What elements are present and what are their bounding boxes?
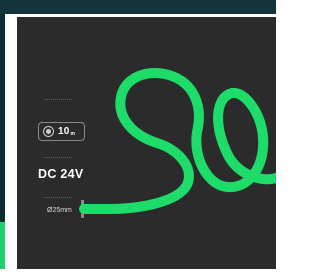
bottom-margin <box>0 269 276 280</box>
product-photo-panel: 10 m DC 24V Ø25mm <box>17 17 276 269</box>
neon-tube <box>79 68 276 214</box>
top-banner-strip <box>0 0 276 14</box>
product-image: 10 m DC 24V Ø25mm <box>0 0 276 280</box>
neon-tube-illustration <box>79 68 276 218</box>
